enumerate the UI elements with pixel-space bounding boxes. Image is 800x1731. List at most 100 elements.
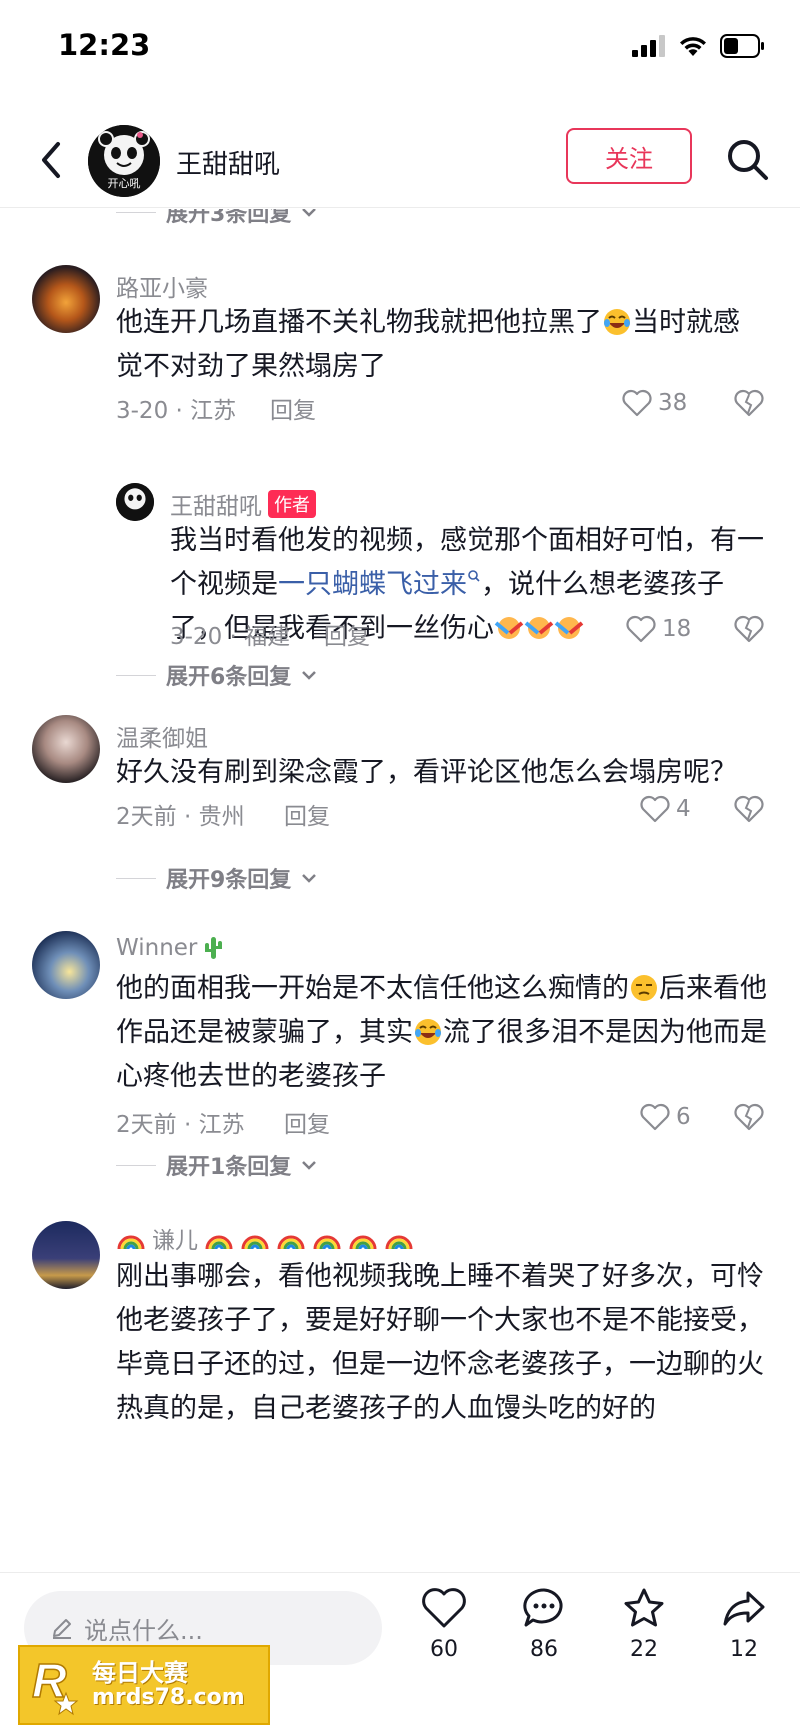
favorite-action[interactable]: 22 (604, 1587, 684, 1662)
pencil-icon (53, 1619, 71, 1639)
dislike-icon[interactable] (734, 615, 764, 643)
crying-emoji-icon (554, 617, 584, 639)
comment-username[interactable]: 路亚小豪 (116, 269, 208, 303)
divider (116, 674, 156, 676)
like-button[interactable]: 6 (640, 1103, 691, 1131)
watermark-url: mrds78.com (92, 1685, 245, 1711)
expand-replies-button[interactable]: 展开3条回复 (116, 209, 317, 228)
expand-label: 展开6条回复 (166, 665, 292, 690)
heart-icon (640, 795, 670, 823)
heart-icon (626, 615, 656, 643)
rainbow-icon (385, 1235, 413, 1250)
comment-action[interactable]: 86 (504, 1587, 584, 1662)
comment-item: Winner 他的面相我一开始是不太信任他这么痴情的 后来看他作品还是被蒙骗了，其… (0, 927, 800, 1167)
avatar-caption: 开心吼 (107, 177, 141, 190)
unamused-emoji-icon (631, 975, 657, 1001)
reply-item: 王甜甜吼 作者 我当时看他发的视频，感觉那个面相好可怕，有一个视频是一只蝴蝶飞过… (0, 483, 800, 663)
reply-button[interactable]: 回复 (324, 617, 370, 651)
crying-emoji-icon (494, 617, 524, 639)
comment-input-placeholder: 说点什么... (84, 1616, 203, 1645)
search-icon[interactable] (724, 136, 770, 182)
dislike-icon[interactable] (734, 1103, 764, 1131)
battery-icon (720, 34, 764, 58)
comment-username[interactable]: 温柔御姐 (116, 719, 208, 753)
reply-button[interactable]: 回复 (284, 1105, 330, 1139)
avatar[interactable] (32, 715, 100, 783)
heart-icon (422, 1588, 466, 1628)
comment-text-part: 刚出事哪会，看他视频我晚上睡不着哭了好多次，可怜他老婆孩子了，要是好好聊一个大家… (116, 1261, 764, 1424)
comment-meta: 2天前 · 贵州 (116, 804, 245, 830)
dislike-icon[interactable] (734, 389, 764, 417)
heart-icon (622, 389, 652, 417)
laugh-cry-emoji-icon (415, 1019, 441, 1045)
avatar[interactable] (32, 931, 100, 999)
comment-text-part: 他连开几场直播不关礼物我就把他拉黑了 (116, 307, 602, 338)
follow-button[interactable]: 关注 (566, 128, 692, 184)
expand-label: 展开9条回复 (166, 868, 292, 893)
username-text: 路亚小豪 (116, 276, 208, 302)
chevron-down-icon (302, 1161, 317, 1170)
rainbow-icon (313, 1235, 341, 1250)
like-button[interactable]: 4 (640, 795, 691, 823)
comment-text: 刚出事哪会，看他视频我晚上睡不着哭了好多次，可怜他老婆孩子了，要是好好聊一个大家… (116, 1255, 776, 1431)
comment-text-part: 好久没有刷到梁念霞了，看评论区他怎么会塌房呢？ (116, 757, 737, 788)
like-count: 38 (658, 390, 688, 416)
header: 开心吼 王甜甜吼 关注 (0, 110, 800, 208)
rainbow-icon (349, 1235, 377, 1250)
comment-bubble-icon (523, 1588, 563, 1627)
comment-count: 86 (530, 1637, 558, 1662)
heart-icon (640, 1103, 670, 1131)
reply-button[interactable]: 回复 (270, 391, 316, 425)
expand-replies-button[interactable]: 展开1条回复 (116, 1149, 317, 1181)
favorite-count: 22 (630, 1637, 658, 1662)
comment-item: 谦儿 刚出事哪会，看他视频我晚上睡不着哭了好多次，可怜他老婆孩子了，要是好好聊一… (0, 1209, 800, 1572)
status-time: 12:23 (58, 28, 151, 62)
like-button[interactable]: 38 (622, 389, 687, 417)
expand-label: 展开1条回复 (166, 1155, 292, 1180)
comment-text: 他连开几场直播不关礼物我就把他拉黑了 当时就感觉不对劲了果然塌房了 (116, 301, 766, 389)
like-button[interactable]: 18 (626, 615, 691, 643)
divider (116, 1164, 156, 1166)
status-bar: 12:23 (0, 0, 800, 96)
svg-text:R: R (32, 1655, 67, 1708)
share-count: 12 (730, 1637, 758, 1662)
divider (116, 877, 156, 879)
comment-list[interactable]: 展开3条回复 路亚小豪 他连开几场直播不关礼物我就把他拉黑了 当时就感觉不对劲了果… (0, 209, 800, 1572)
like-count: 60 (430, 1637, 458, 1662)
wifi-icon (680, 37, 706, 56)
like-count: 18 (662, 616, 692, 642)
back-icon[interactable] (32, 136, 72, 184)
username-text: 谦儿 (152, 1228, 198, 1254)
watermark-logo: R 每日大赛 mrds78.com (18, 1645, 270, 1725)
comment-meta: 3-20 · 福建 (170, 624, 291, 650)
comment-meta: 2天前 · 江苏 (116, 1112, 245, 1138)
watermark-text: 每日大赛 mrds78.com (92, 1659, 245, 1711)
share-action[interactable]: 12 (704, 1587, 784, 1662)
expand-replies-button[interactable]: 展开9条回复 (116, 862, 317, 894)
reply-button[interactable]: 回复 (284, 797, 330, 831)
comment-text: 他的面相我一开始是不太信任他这么痴情的 后来看他作品还是被蒙骗了，其实 流了很多泪不… (116, 967, 776, 1099)
comment-username[interactable]: 王甜甜吼 作者 (170, 487, 316, 521)
username-text: Winner (116, 935, 198, 961)
comment-username[interactable]: Winner (116, 935, 223, 961)
like-count: 6 (676, 1104, 691, 1130)
brand-logo-icon: R (31, 1654, 79, 1716)
comment-text-part: 他的面相我一开始是不太信任他这么痴情的 (116, 973, 629, 1004)
status-icons (632, 34, 766, 58)
dislike-icon[interactable] (734, 795, 764, 823)
avatar[interactable] (32, 1221, 100, 1289)
comment-username[interactable]: 谦儿 (116, 1221, 414, 1255)
star-icon (624, 1588, 664, 1627)
avatar[interactable] (116, 483, 154, 521)
chevron-down-icon (302, 874, 317, 883)
chevron-down-icon (302, 209, 317, 217)
search-link-icon (468, 570, 480, 582)
expand-label: 展开3条回复 (166, 209, 292, 227)
like-action[interactable]: 60 (404, 1587, 484, 1662)
comment-text: 好久没有刷到梁念霞了，看评论区他怎么会塌房呢？ (116, 751, 776, 795)
expand-replies-button[interactable]: 展开6条回复 (116, 659, 317, 691)
author-avatar[interactable]: 开心吼 (88, 125, 160, 197)
username-text: 温柔御姐 (116, 726, 208, 752)
avatar[interactable] (32, 265, 100, 333)
search-link[interactable]: 一只蝴蝶飞过来 (278, 569, 467, 600)
